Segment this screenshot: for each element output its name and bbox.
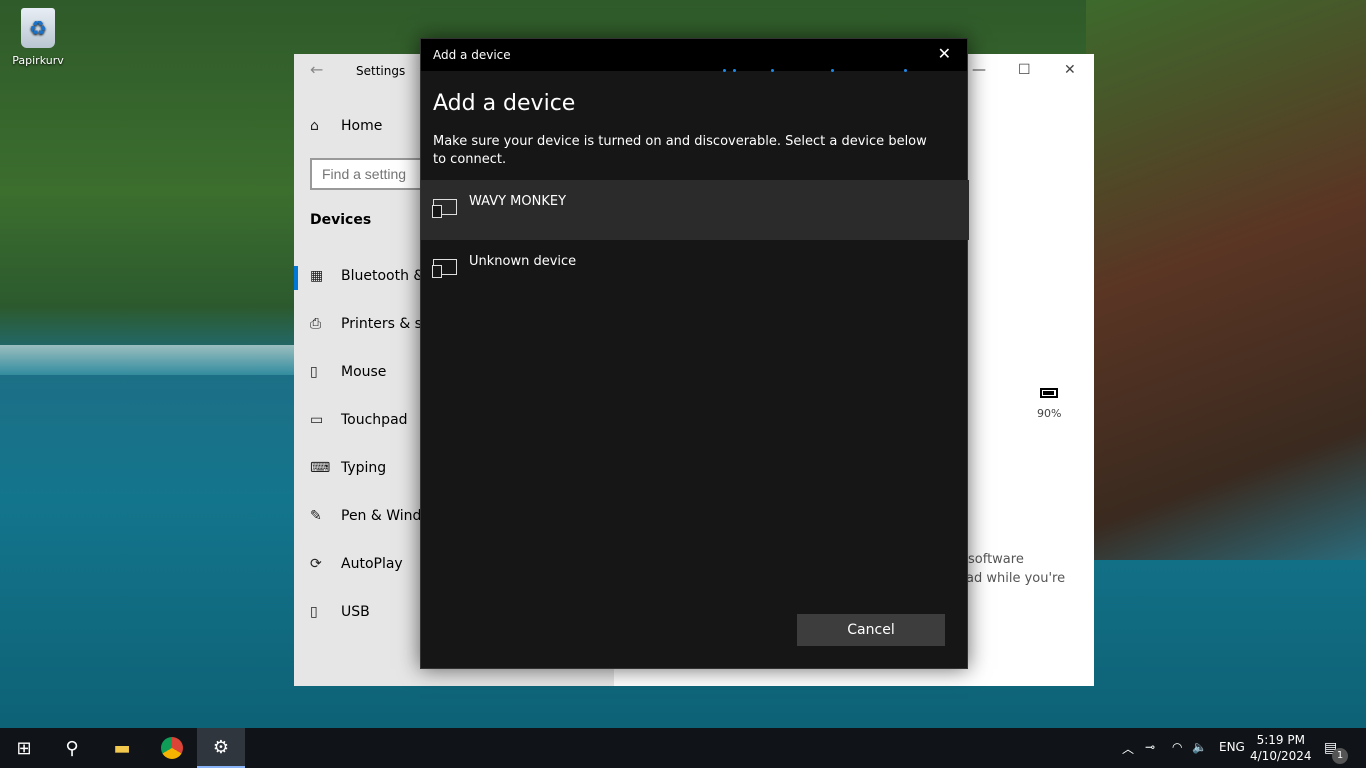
section-heading: Devices <box>310 212 372 228</box>
nav-label: Printers & sc <box>341 316 430 332</box>
search-icon: ⚲ <box>65 737 79 759</box>
nav-label: Bluetooth & <box>341 268 425 284</box>
pen-icon: ✎ <box>310 508 322 524</box>
selected-indicator <box>294 266 298 290</box>
recycle-bin[interactable]: ♻ Papirkurv <box>8 8 68 67</box>
nav-item[interactable]: ▯ USB <box>310 604 370 620</box>
file-explorer-button[interactable]: ▬ <box>98 728 146 768</box>
touchpad-icon: ▭ <box>310 412 324 428</box>
device-item[interactable]: WAVY MONKEY <box>421 180 969 240</box>
home-icon: ⌂ <box>310 118 319 134</box>
notification-badge: 1 <box>1332 748 1348 764</box>
nav-item[interactable]: ⟳ AutoPlay <box>310 556 403 572</box>
nav-item[interactable]: ⎙ Printers & sc <box>310 316 430 332</box>
nav-label: Mouse <box>341 364 387 380</box>
nav-label: Pen & Windo <box>341 508 430 524</box>
start-button[interactable]: ⊞ <box>0 728 48 768</box>
date: 4/10/2024 <box>1250 749 1312 763</box>
show-hidden-icons-chevron-icon[interactable]: ︿ <box>1122 740 1134 757</box>
gear-icon: ⚙ <box>212 736 230 758</box>
recycle-bin-icon: ♻ <box>21 8 55 48</box>
taskbar: ⊞ ⚲ ▬ ⚙ ︿ ⊸ ◠ 🔈 ENG 5:19 PM 4/10/2024 ▤ 1 <box>0 728 1366 768</box>
battery-icon <box>1040 388 1058 398</box>
dialog-title: Add a device <box>433 48 511 62</box>
device-item[interactable]: Unknown device <box>421 240 969 300</box>
nav-label: USB <box>341 604 370 620</box>
volume-icon[interactable]: 🔈 <box>1192 740 1207 754</box>
device-name: Unknown device <box>469 254 577 269</box>
recycle-bin-label: Papirkurv <box>12 54 64 67</box>
mouse-icon: ▯ <box>310 364 318 380</box>
nav-item[interactable]: ✎ Pen & Windo <box>310 508 430 524</box>
keyboard-icon: ⌨ <box>310 460 331 476</box>
usb-icon: ▯ <box>310 604 318 620</box>
nav-item[interactable]: ▯ Mouse <box>310 364 386 380</box>
window-title: Settings <box>356 64 406 78</box>
dialog-description: Make sure your device is turned on and d… <box>433 134 927 167</box>
nav-label: AutoPlay <box>341 556 403 572</box>
nav-item[interactable]: ▦ Bluetooth & <box>310 268 424 284</box>
language-indicator[interactable]: ENG <box>1219 740 1245 754</box>
back-arrow-icon[interactable]: ← <box>310 60 323 79</box>
body-text: ad while you're <box>966 571 1066 586</box>
search-button[interactable]: ⚲ <box>48 728 96 768</box>
bluetooth-devices-icon: ▦ <box>310 268 324 284</box>
battery-percent: 90% <box>1037 407 1062 420</box>
chrome-icon <box>161 737 183 759</box>
clock[interactable]: 5:19 PM 4/10/2024 <box>1250 732 1312 764</box>
dialog-titlebar: Add a device ✕ <box>421 39 967 71</box>
dialog-heading: Add a device <box>433 91 576 116</box>
wifi-icon[interactable]: ◠ <box>1172 740 1182 754</box>
nav-label: Typing <box>341 460 387 476</box>
autoplay-icon: ⟳ <box>310 556 322 572</box>
folder-icon: ▬ <box>113 737 131 759</box>
minimize-button[interactable]: — <box>972 62 986 78</box>
add-device-dialog: Add a device ✕ Add a device Make sure you… <box>420 38 969 669</box>
maximize-button[interactable]: ☐ <box>1018 62 1031 78</box>
power-icon[interactable]: ⊸ <box>1145 740 1155 754</box>
windows-icon: ⊞ <box>16 737 32 759</box>
nav-item[interactable]: ▭ Touchpad <box>310 412 408 428</box>
device-icon <box>432 199 457 218</box>
time: 5:19 PM <box>1256 733 1305 747</box>
device-name: WAVY MONKEY <box>469 194 567 209</box>
close-button[interactable]: ✕ <box>1064 62 1076 78</box>
settings-taskbar-button[interactable]: ⚙ <box>197 728 245 768</box>
chrome-button[interactable] <box>148 728 196 768</box>
wallpaper-shore <box>0 345 300 375</box>
nav-label: Home <box>341 118 383 134</box>
body-text: software <box>968 552 1024 567</box>
dialog-close-icon[interactable]: ✕ <box>938 44 951 63</box>
cancel-button[interactable]: Cancel <box>797 614 945 646</box>
nav-home[interactable]: ⌂ Home <box>310 118 382 134</box>
nav-label: Touchpad <box>341 412 408 428</box>
device-icon <box>432 259 457 278</box>
printer-icon: ⎙ <box>310 316 322 332</box>
nav-item[interactable]: ⌨ Typing <box>310 460 386 476</box>
wallpaper <box>1086 0 1366 560</box>
